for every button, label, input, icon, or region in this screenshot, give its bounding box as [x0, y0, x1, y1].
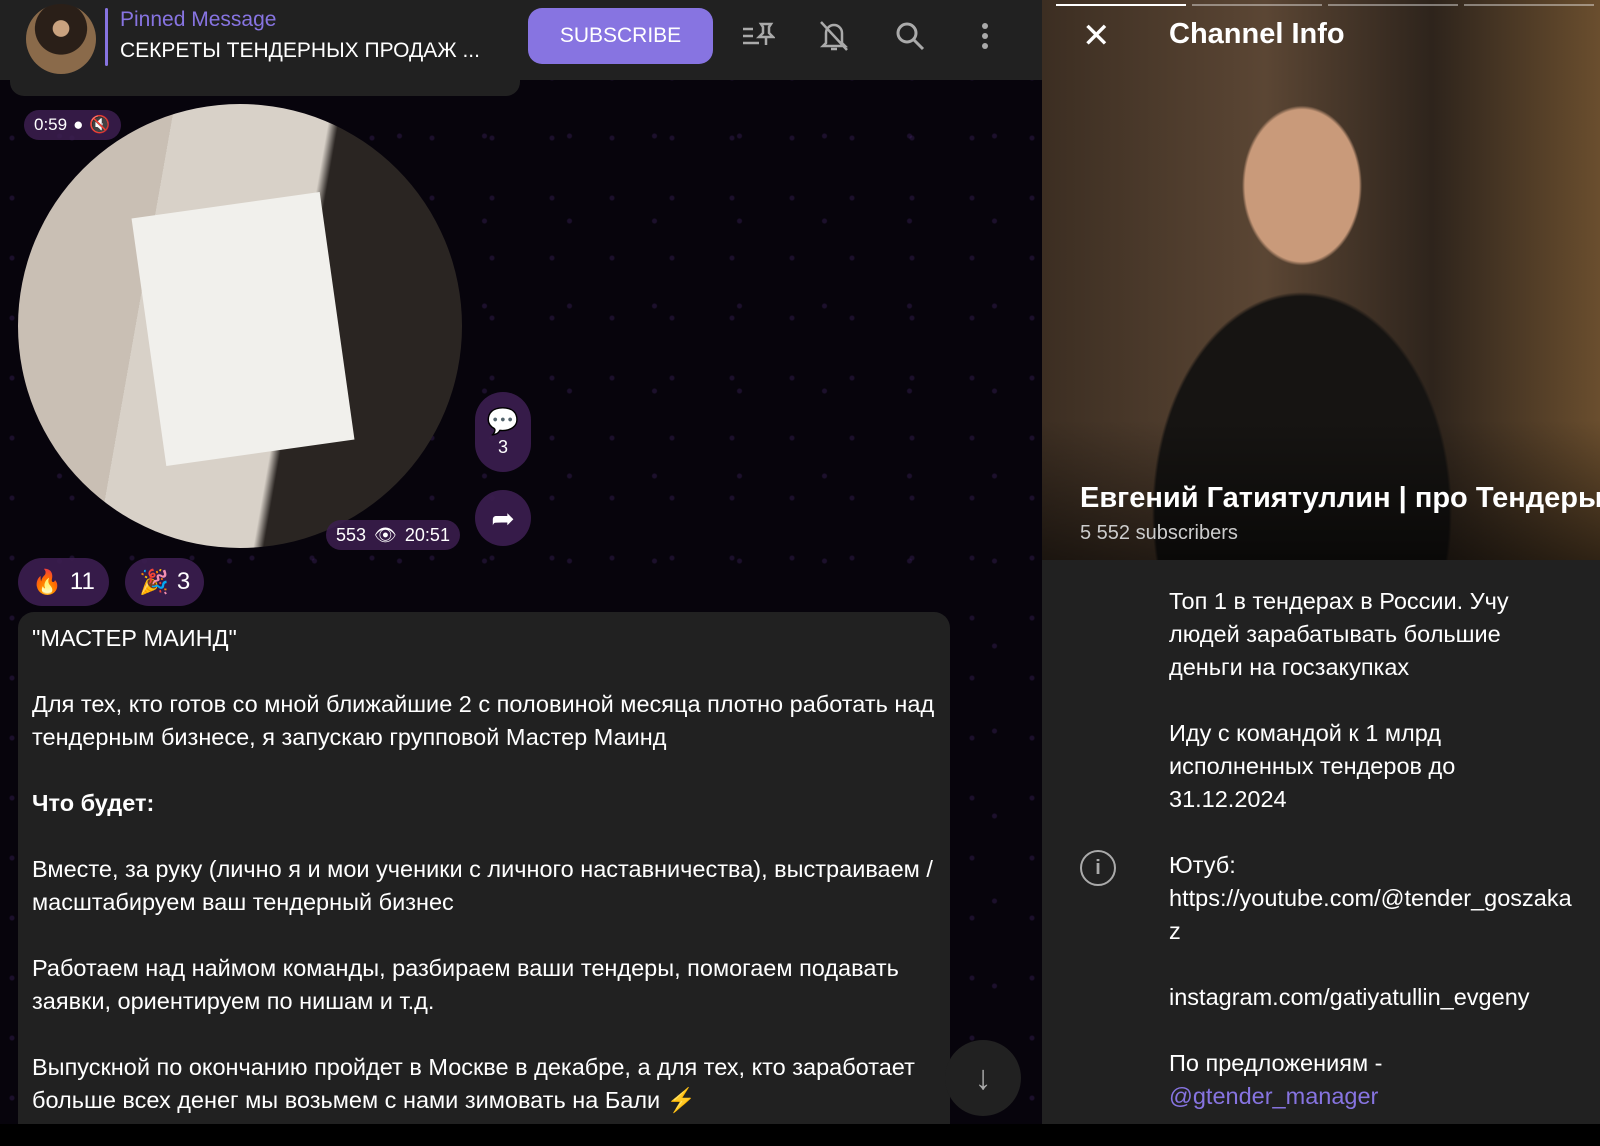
chat-header: Pinned Message СЕКРЕТЫ ТЕНДЕРНЫХ ПРОДАЖ …: [0, 0, 1042, 80]
whiteboard-image: [131, 191, 355, 467]
manager-link[interactable]: @gtender_manager: [1169, 1083, 1378, 1109]
youtube-label: Ютуб:: [1169, 852, 1236, 878]
message-time: 20:51: [404, 524, 450, 545]
eye-icon: 👁: [374, 524, 397, 545]
pinned-message-title[interactable]: Pinned Message: [120, 8, 276, 32]
recording-dot-icon: ●: [73, 115, 84, 134]
arrow-down-icon: ↓: [974, 1058, 992, 1097]
subscriber-count: 5 552 subscribers: [1080, 522, 1238, 544]
reaction-count: 11: [69, 568, 95, 595]
offers-label: По предложениям -: [1169, 1050, 1383, 1076]
photo-progress-active: [1056, 4, 1186, 6]
channel-photo[interactable]: ✕ Channel Info Евгений Гатиятуллин | про…: [1042, 0, 1600, 560]
view-count: 553: [336, 524, 367, 545]
forward-button[interactable]: ➦: [475, 490, 531, 546]
instagram-link[interactable]: instagram.com/gatiyatullin_evgeny: [1169, 981, 1579, 1014]
message-paragraph: Работаем над наймом команды, разбираем в…: [32, 955, 899, 1014]
panel-title: Channel Info: [1169, 18, 1345, 50]
chat-panel: 0:59 ● 🔇 553 👁 20:51 💬 3 ➦ 🔥 11 🎉 3 "МАСТЕР МАИ…: [0, 0, 1042, 1124]
description-paragraph: Иду с командой к 1 млрд исполненных тенд…: [1169, 720, 1456, 812]
message-heading: Что будет:: [32, 790, 155, 816]
mute-bell-icon[interactable]: [814, 16, 854, 56]
video-duration-badge: 0:59 ● 🔇: [24, 110, 121, 140]
message-meta: 553 👁 20:51: [326, 520, 460, 550]
photo-progress: [1192, 4, 1322, 6]
reaction-party[interactable]: 🎉 3: [125, 558, 205, 606]
party-popper-icon: 🎉: [139, 568, 169, 596]
pinned-message-text[interactable]: СЕКРЕТЫ ТЕНДЕРНЫХ ПРОДАЖ ...: [120, 39, 480, 63]
channel-description: Топ 1 в тендерах в России. Учу людей зар…: [1169, 585, 1579, 1146]
message-paragraph: Выпускной по окончанию пройдет в Москве …: [32, 1054, 915, 1113]
comment-count: 3: [497, 437, 508, 457]
header-tab: [10, 80, 520, 96]
subscribe-button[interactable]: SUBSCRIBE: [528, 8, 713, 64]
comment-icon: 💬: [486, 406, 520, 436]
photo-progress: [1328, 4, 1458, 6]
comments-button[interactable]: 💬 3: [475, 392, 531, 472]
message-paragraph: Вместе, за руку (лично я и мои ученики с…: [32, 856, 933, 915]
close-icon[interactable]: ✕: [1082, 16, 1111, 56]
channel-name: Евгений Гатиятуллин | про Тендеры: [1080, 482, 1600, 514]
duration: 0:59: [34, 115, 68, 134]
scroll-down-button[interactable]: ↓: [945, 1040, 1021, 1116]
message-paragraph: Для тех, кто готов со мной ближайшие 2 с…: [32, 691, 935, 750]
reaction-fire[interactable]: 🔥 11: [18, 558, 109, 606]
pinned-list-icon[interactable]: [738, 16, 778, 56]
message-title: "МАСТЕР МАИНД": [32, 625, 237, 651]
message-bubble: "МАСТЕР МАИНД" Для тех, кто готов со мно…: [18, 612, 950, 1124]
description-paragraph: Топ 1 в тендерах в России. Учу людей зар…: [1169, 588, 1509, 680]
pin-indicator: [105, 8, 108, 66]
youtube-link[interactable]: https://youtube.com/@tender_goszakaz: [1169, 885, 1572, 944]
more-menu-icon[interactable]: [965, 16, 1005, 56]
search-icon[interactable]: [890, 16, 930, 56]
channel-info-panel: ✕ Channel Info Евгений Гатиятуллин | про…: [1042, 0, 1600, 1124]
video-message[interactable]: [18, 104, 462, 548]
info-icon: i: [1080, 850, 1116, 886]
reaction-count: 3: [176, 568, 191, 595]
fire-icon: 🔥: [32, 568, 62, 596]
muted-icon[interactable]: 🔇: [89, 115, 110, 135]
channel-avatar[interactable]: [26, 4, 96, 74]
photo-progress: [1464, 4, 1594, 6]
share-icon: ➦: [491, 502, 515, 534]
